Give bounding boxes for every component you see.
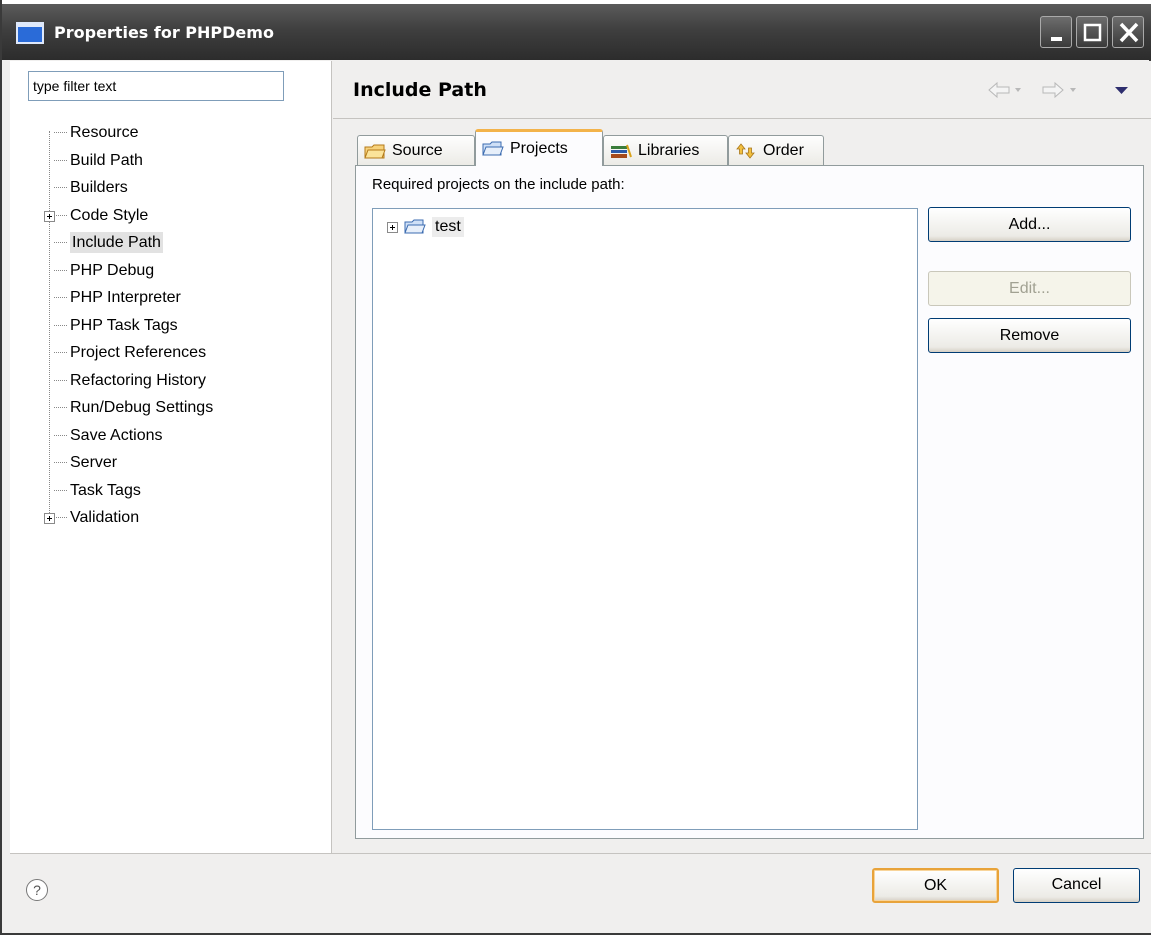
tab-source[interactable]: Source	[357, 135, 475, 165]
open-folder-icon	[482, 141, 504, 156]
remove-button[interactable]: Remove	[928, 318, 1131, 353]
tree-item-label: Run/Debug Settings	[70, 399, 214, 416]
tree-item-validation[interactable]: Validation	[10, 504, 332, 532]
title-bar[interactable]: Properties for PHPDemo	[2, 0, 1151, 60]
projects-list[interactable]: test	[372, 208, 918, 830]
required-projects-label: Required projects on the include path:	[372, 176, 625, 193]
libraries-icon	[611, 144, 632, 158]
ok-button[interactable]: OK	[872, 868, 999, 903]
tree-item-label: Save Actions	[70, 426, 163, 444]
tab-projects[interactable]: Projects	[475, 129, 603, 166]
tree-item-php-debug[interactable]: PHP Debug	[10, 257, 332, 285]
dialog-footer: ? OK Cancel	[10, 854, 1151, 933]
back-arrow-icon[interactable]	[988, 81, 1021, 99]
tab-libraries[interactable]: Libraries	[603, 135, 728, 165]
page-content: Include Path Source Projects Libraries O…	[333, 61, 1151, 853]
tree-item-label: Resource	[70, 124, 139, 141]
order-icon	[736, 142, 755, 159]
filter-input[interactable]	[28, 71, 284, 101]
forward-arrow-icon[interactable]	[1042, 81, 1076, 99]
tree-item-label: Server	[70, 454, 118, 471]
tab-order[interactable]: Order	[728, 135, 824, 165]
window-icon	[16, 22, 44, 44]
tree-item-php-task-tags[interactable]: PHP Task Tags	[10, 312, 332, 340]
tab-label: Source	[392, 141, 443, 159]
tree-item-save-actions[interactable]: Save Actions	[10, 422, 332, 450]
navigation-pane: Resource Build Path Builders Code Style …	[10, 61, 332, 853]
tree-item-label: Project References	[70, 344, 207, 361]
tree-item-label: Task Tags	[70, 481, 141, 499]
close-button[interactable]	[1112, 16, 1144, 48]
list-item[interactable]: test	[387, 215, 464, 239]
tree-item-run-debug-settings[interactable]: Run/Debug Settings	[10, 394, 332, 422]
tree-item-label: Refactoring History	[70, 371, 207, 389]
header-separator	[333, 118, 1151, 119]
tree-item-label: Validation	[70, 509, 140, 526]
minimize-icon	[1051, 37, 1062, 41]
help-icon[interactable]: ?	[26, 879, 48, 901]
expand-icon[interactable]	[387, 221, 398, 233]
close-icon	[1119, 22, 1139, 43]
tree-item-refactoring-history[interactable]: Refactoring History	[10, 367, 332, 395]
maximize-icon	[1083, 23, 1102, 42]
tree-item-include-path[interactable]: Include Path	[10, 229, 332, 257]
tree-item-label: Builders	[70, 179, 128, 196]
tab-label: Projects	[510, 140, 568, 157]
tab-label: Libraries	[638, 141, 700, 159]
tree-item-server[interactable]: Server	[10, 449, 332, 477]
tree-item-label: Build Path	[70, 151, 143, 169]
project-label: test	[432, 217, 464, 237]
page-title: Include Path	[353, 79, 487, 101]
tree-item-php-interpreter[interactable]: PHP Interpreter	[10, 284, 332, 312]
title-bar-top-edge	[2, 0, 1151, 4]
tree-item-label: PHP Debug	[70, 261, 155, 279]
project-folder-icon	[404, 219, 426, 234]
minimize-button[interactable]	[1040, 16, 1072, 48]
view-menu-icon[interactable]	[1115, 87, 1128, 94]
window-title: Properties for PHPDemo	[54, 23, 274, 42]
tree-item-builders[interactable]: Builders	[10, 174, 332, 202]
tree-item-label: Include Path	[70, 232, 163, 253]
property-tree: Resource Build Path Builders Code Style …	[10, 119, 332, 532]
properties-dialog: Properties for PHPDemo Resource Build Pa…	[0, 0, 1151, 935]
edit-button[interactable]: Edit...	[928, 271, 1131, 306]
tree-item-build-path[interactable]: Build Path	[10, 147, 332, 175]
add-button[interactable]: Add...	[928, 207, 1131, 242]
tab-label: Order	[763, 141, 804, 159]
maximize-button[interactable]	[1076, 16, 1108, 48]
tree-item-code-style[interactable]: Code Style	[10, 202, 332, 230]
tree-item-resource[interactable]: Resource	[10, 119, 332, 147]
tree-item-label: Code Style	[70, 206, 149, 224]
expand-icon[interactable]	[44, 210, 55, 222]
cancel-button[interactable]: Cancel	[1013, 868, 1140, 903]
tree-item-label: PHP Task Tags	[70, 316, 178, 334]
source-folder-icon	[364, 144, 386, 158]
projects-tab-panel: Required projects on the include path: t…	[355, 165, 1144, 839]
tree-item-project-references[interactable]: Project References	[10, 339, 332, 367]
tree-item-task-tags[interactable]: Task Tags	[10, 477, 332, 505]
tree-item-label: PHP Interpreter	[70, 289, 181, 306]
history-navigation	[988, 81, 1128, 99]
expand-icon[interactable]	[44, 513, 55, 524]
